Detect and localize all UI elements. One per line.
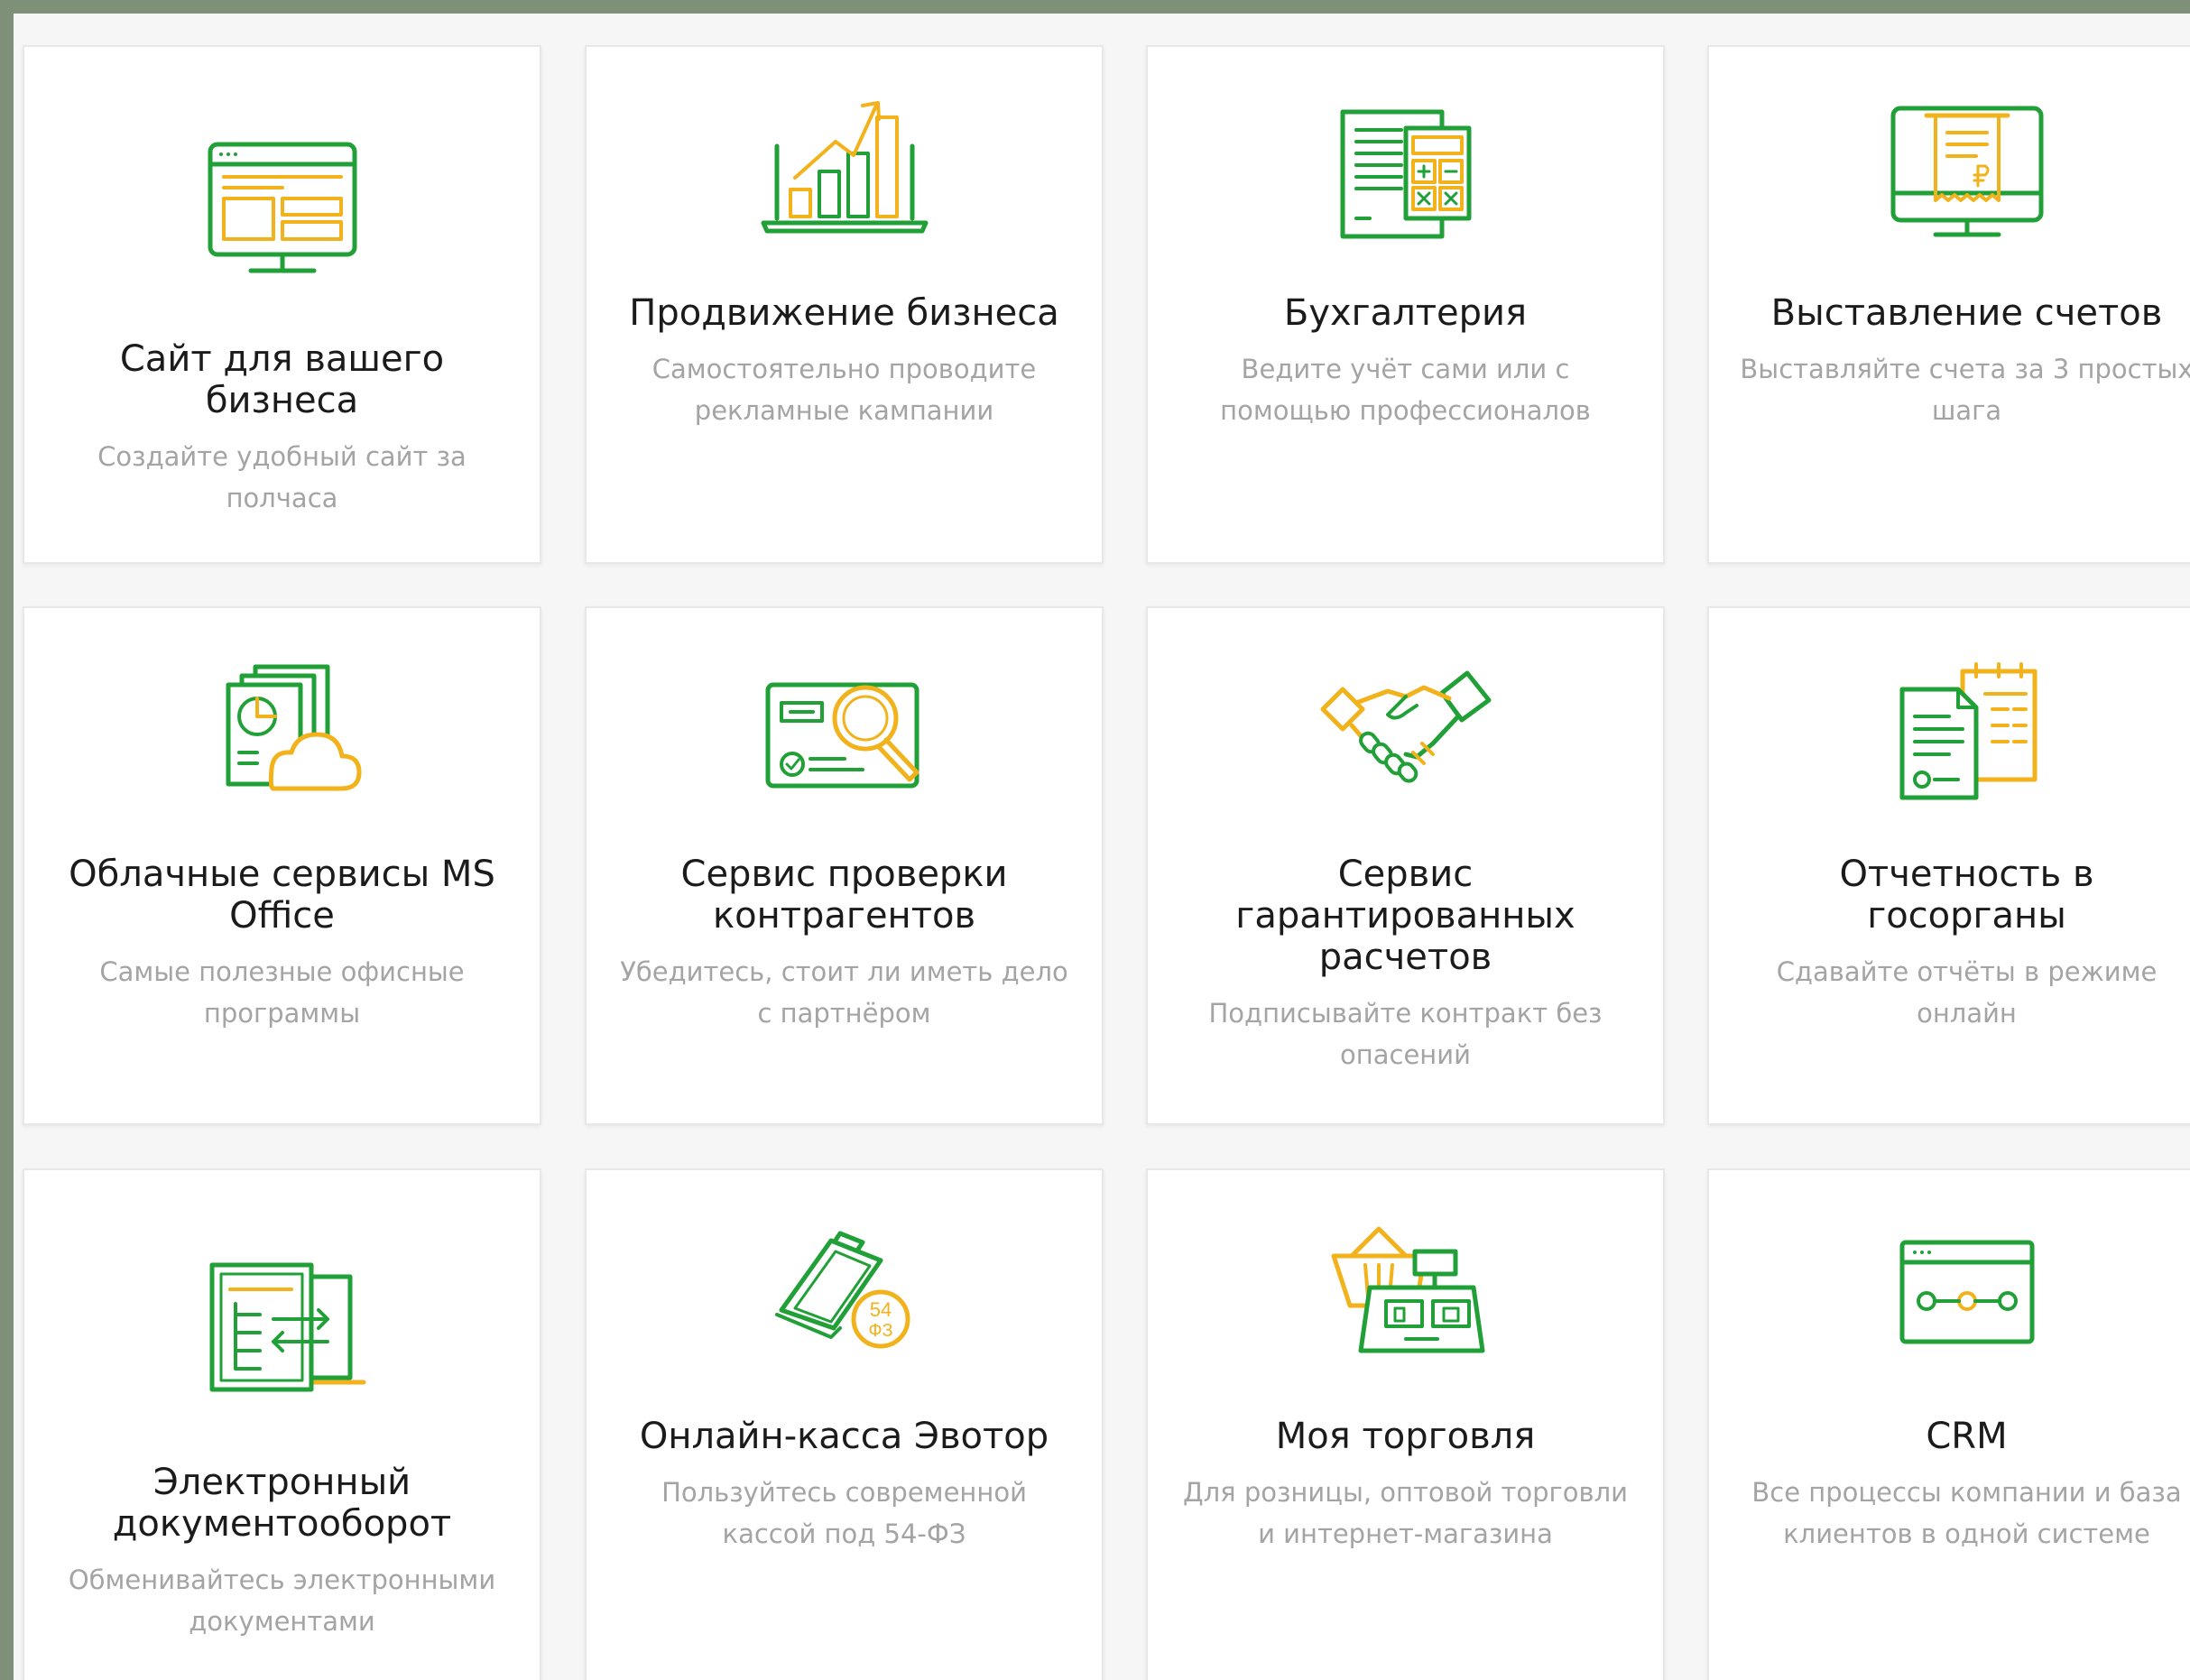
card-description: Убедитесь, стоит ли иметь дело с партнёр… <box>620 956 1068 1029</box>
service-card-evotor[interactable]: 54 ФЗ Онлайн-касса Эвотор Пользуйтесь со… <box>585 1168 1104 1680</box>
reports-icon <box>1877 653 2057 807</box>
card-description: Пользуйтесь современной кассой под 54-ФЗ <box>661 1477 1027 1549</box>
service-card-counterparty-check[interactable]: Сервис проверки контрагентов Убедитесь, … <box>585 606 1104 1125</box>
card-description: Выставляйте счета за 3 простых шага <box>1740 354 2190 426</box>
growth-chart-icon <box>754 92 935 245</box>
card-description: Все процессы компании и база клиентов в … <box>1751 1477 2182 1549</box>
card-title: Сайт для вашего бизнеса <box>119 338 445 421</box>
card-title: Бухгалтерия <box>1283 292 1528 334</box>
services-grid: Сайт для вашего бизнеса Создайте удобный… <box>14 14 2190 1680</box>
service-card-accounting[interactable]: Бухгалтерия Ведите учёт сами или с помощ… <box>1146 45 1665 564</box>
service-card-government-reports[interactable]: Отчетность в госорганы Сдавайте отчёты в… <box>1707 606 2190 1125</box>
card-description: Для розницы, оптовой торговли и интернет… <box>1182 1477 1629 1549</box>
invoice-icon <box>1877 92 2057 245</box>
card-title: Продвижение бизнеса <box>629 292 1059 334</box>
card-description: Создайте удобный сайт за полчаса <box>97 441 467 513</box>
evotor-badge-law: ФЗ <box>868 1321 892 1341</box>
card-description: Самостоятельно проводите рекламные кампа… <box>651 354 1037 426</box>
handshake-icon <box>1316 653 1496 807</box>
service-card-promotion[interactable]: Продвижение бизнеса Самостоятельно прово… <box>585 45 1104 564</box>
card-title: Моя торговля <box>1275 1416 1536 1457</box>
card-title: Онлайн-касса Эвотор <box>639 1416 1049 1457</box>
id-check-icon <box>754 653 935 807</box>
card-description: Сдавайте отчёты в режиме онлайн <box>1776 956 2158 1029</box>
cash-register-icon: 54 ФЗ <box>754 1215 935 1369</box>
service-card-edm[interactable]: Электронный документооборот Обменивайтес… <box>23 1168 541 1680</box>
evotor-badge-number: 54 <box>869 1298 891 1321</box>
card-title: Выставление счетов <box>1770 292 2163 334</box>
card-description: Самые полезные офисные программы <box>99 956 465 1029</box>
service-card-cloud-office[interactable]: Облачные сервисы MS Office Самые полезны… <box>23 606 541 1125</box>
document-exchange-icon <box>192 1251 373 1405</box>
card-title: Отчетность в госорганы <box>1839 854 2094 937</box>
service-card-crm[interactable]: CRM Все процессы компании и база клиенто… <box>1707 1168 2190 1680</box>
card-description: Подписывайте контракт без опасений <box>1208 998 1603 1070</box>
website-icon <box>192 128 373 282</box>
calculator-icon <box>1316 92 1496 245</box>
card-title: CRM <box>1926 1416 2008 1457</box>
card-title: Электронный документооборот <box>112 1462 452 1545</box>
card-title: Облачные сервисы MS Office <box>69 854 495 937</box>
card-title: Сервис гарантированных расчетов <box>1235 854 1576 978</box>
service-card-my-trade[interactable]: Моя торговля Для розницы, оптовой торгов… <box>1146 1168 1665 1680</box>
cloud-documents-icon <box>192 653 373 807</box>
shop-register-icon <box>1316 1215 1496 1369</box>
card-description: Ведите учёт сами или с помощью профессио… <box>1220 354 1591 426</box>
service-card-website[interactable]: Сайт для вашего бизнеса Создайте удобный… <box>23 45 541 564</box>
card-title: Сервис проверки контрагентов <box>680 854 1008 937</box>
service-card-guaranteed-payments[interactable]: Сервис гарантированных расчетов Подписыв… <box>1146 606 1665 1125</box>
service-card-invoicing[interactable]: Выставление счетов Выставляйте счета за … <box>1707 45 2190 564</box>
crm-icon <box>1877 1215 2057 1369</box>
card-description: Обменивайтесь электронными документами <box>68 1565 496 1637</box>
